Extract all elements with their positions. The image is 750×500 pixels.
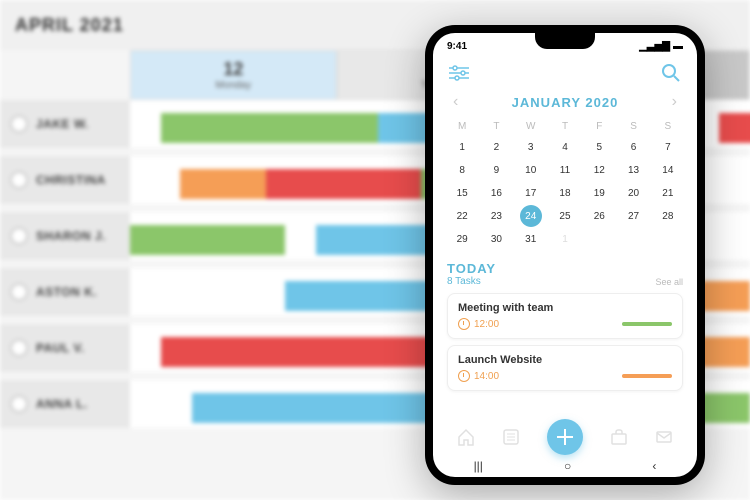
clock-icon — [458, 370, 470, 382]
phone-screen: 9:41 ▁▃▅▇ ▬ ‹ JANUARY 2020 › MTWTFSS1234… — [433, 33, 697, 477]
today-title: TODAY — [447, 261, 496, 276]
task-time: 14:00 — [458, 370, 499, 382]
cal-day[interactable]: 13 — [616, 159, 650, 182]
cal-day[interactable]: 1 — [548, 228, 582, 251]
cal-day[interactable]: 16 — [479, 182, 513, 205]
task-title: Launch Website — [458, 354, 672, 366]
task-bar[interactable] — [266, 169, 421, 199]
search-icon[interactable] — [659, 61, 683, 85]
cal-day[interactable]: 6 — [616, 136, 650, 159]
cal-day[interactable]: 29 — [445, 228, 479, 251]
calendar-title: JANUARY 2020 — [512, 95, 619, 110]
task-progress — [622, 322, 672, 326]
back-nav-icon[interactable]: ‹ — [652, 459, 656, 473]
calendar-nav: ‹ JANUARY 2020 › — [433, 93, 697, 111]
cal-day[interactable]: 17 — [514, 182, 548, 205]
cal-day[interactable]: 14 — [651, 159, 685, 182]
status-icons: ▁▃▅▇ ▬ — [639, 41, 683, 52]
cal-day[interactable]: 2 — [479, 136, 513, 159]
avatar — [10, 227, 28, 245]
today-count: 8 Tasks — [447, 276, 496, 287]
task-bar[interactable] — [161, 113, 378, 143]
cal-day[interactable]: 31 — [514, 228, 548, 251]
cal-day[interactable]: 7 — [651, 136, 685, 159]
person-cell[interactable]: PAUL V. — [0, 324, 130, 372]
cal-day[interactable]: 9 — [479, 159, 513, 182]
cal-day[interactable]: 1 — [445, 136, 479, 159]
status-time: 9:41 — [447, 41, 467, 52]
person-cell[interactable]: JAKE W. — [0, 100, 130, 148]
battery-icon: ▬ — [673, 41, 683, 52]
calendar-grid: MTWTFSS123456789101112131415161718192021… — [433, 111, 697, 255]
android-nav: ||| ○ ‹ — [433, 455, 697, 477]
task-card[interactable]: Meeting with team 12:00 — [447, 293, 683, 339]
person-cell[interactable]: CHRISTINA — [0, 156, 130, 204]
add-button[interactable] — [547, 419, 583, 455]
cal-weekday: M — [445, 117, 479, 136]
task-bar[interactable] — [719, 113, 750, 143]
task-card[interactable]: Launch Website 14:00 — [447, 345, 683, 391]
cal-day[interactable]: 23 — [479, 205, 513, 228]
clock-icon — [458, 318, 470, 330]
cal-day[interactable]: 26 — [582, 205, 616, 228]
cal-weekday: W — [514, 117, 548, 136]
cal-weekday: F — [582, 117, 616, 136]
filter-icon[interactable] — [447, 61, 471, 85]
task-time: 12:00 — [458, 318, 499, 330]
briefcase-icon[interactable] — [609, 427, 629, 447]
cal-day[interactable]: 24 — [520, 205, 542, 227]
task-bar[interactable] — [180, 169, 267, 199]
cal-day[interactable]: 11 — [548, 159, 582, 182]
cal-day[interactable]: 5 — [582, 136, 616, 159]
signal-icon: ▁▃▅▇ — [639, 41, 670, 52]
cal-day[interactable]: 19 — [582, 182, 616, 205]
person-cell[interactable]: ANNA L. — [0, 380, 130, 428]
cal-day[interactable]: 4 — [548, 136, 582, 159]
avatar — [10, 395, 28, 413]
phone-notch — [535, 33, 595, 49]
see-all-link[interactable]: See all — [655, 277, 683, 287]
cal-day[interactable]: 3 — [514, 136, 548, 159]
cal-weekday: S — [651, 117, 685, 136]
avatar — [10, 339, 28, 357]
cal-day[interactable]: 12 — [582, 159, 616, 182]
phone-frame: 9:41 ▁▃▅▇ ▬ ‹ JANUARY 2020 › MTWTFSS1234… — [425, 25, 705, 485]
cal-weekday: T — [548, 117, 582, 136]
cal-day[interactable]: 30 — [479, 228, 513, 251]
person-cell[interactable]: SHARON J. — [0, 212, 130, 260]
cal-day[interactable]: 25 — [548, 205, 582, 228]
day-column[interactable]: 12Monday — [130, 50, 337, 100]
home-icon[interactable] — [456, 427, 476, 447]
home-nav-icon[interactable]: ○ — [564, 459, 571, 473]
task-bar[interactable] — [130, 225, 285, 255]
cal-day[interactable]: 20 — [616, 182, 650, 205]
prev-month-icon[interactable]: ‹ — [453, 93, 458, 111]
cal-day[interactable]: 27 — [616, 205, 650, 228]
task-progress — [622, 374, 672, 378]
bottom-nav — [433, 419, 697, 455]
cal-weekday: S — [616, 117, 650, 136]
avatar — [10, 115, 28, 133]
gantt-title: APRIL 2021 — [15, 15, 124, 36]
cal-weekday: T — [479, 117, 513, 136]
avatar — [10, 283, 28, 301]
next-month-icon[interactable]: › — [672, 93, 677, 111]
avatar — [10, 171, 28, 189]
task-title: Meeting with team — [458, 302, 672, 314]
cal-day[interactable]: 18 — [548, 182, 582, 205]
today-section: TODAY 8 Tasks See all Meeting with team 1… — [433, 255, 697, 403]
person-cell[interactable]: ASTON K. — [0, 268, 130, 316]
cal-day[interactable]: 28 — [651, 205, 685, 228]
cal-day[interactable]: 22 — [445, 205, 479, 228]
recent-apps-icon[interactable]: ||| — [474, 459, 483, 473]
app-header — [433, 55, 697, 91]
cal-day[interactable]: 21 — [651, 182, 685, 205]
cal-day[interactable]: 10 — [514, 159, 548, 182]
list-icon[interactable] — [501, 427, 521, 447]
cal-day[interactable]: 8 — [445, 159, 479, 182]
mail-icon[interactable] — [654, 427, 674, 447]
cal-day[interactable]: 15 — [445, 182, 479, 205]
